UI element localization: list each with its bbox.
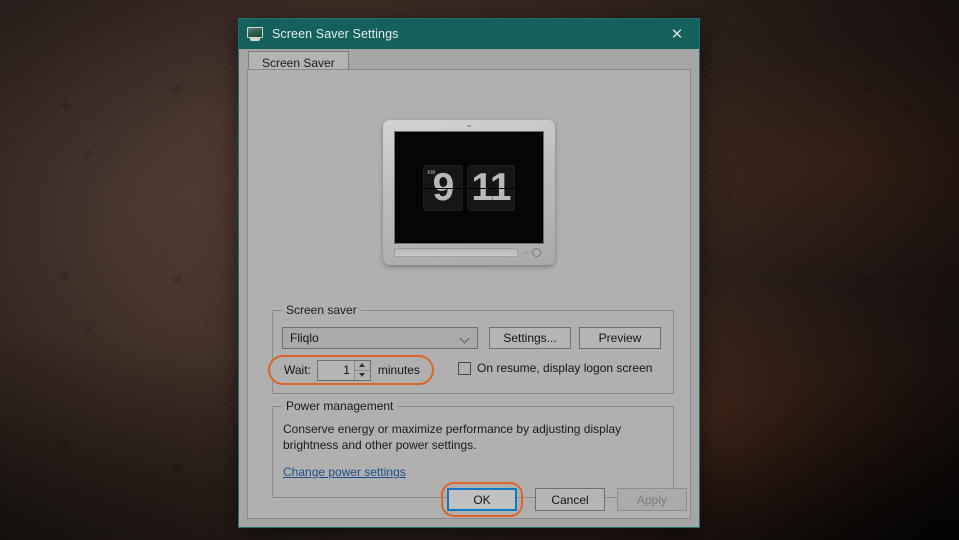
monitor-bezel-base [394,245,544,260]
clock-hours-card: AM 9 [423,164,463,211]
logon-checkbox[interactable] [458,361,471,375]
monitor-mockup: AM 9 11 [383,120,555,265]
screensaver-select-value: Fliqlo [290,331,319,345]
fliqlo-clock: AM 9 11 [423,164,515,211]
screen-saver-settings-dialog: Screen Saver Settings ✕ Screen Saver AM … [238,18,700,528]
stepper-up-icon[interactable] [354,360,370,371]
power-description: Conserve energy or maximize performance … [283,422,622,452]
screen-saver-group-legend: Screen saver [282,303,361,317]
clock-minutes-card: 11 [467,164,515,211]
ok-button-highlight: OK [441,482,523,517]
logon-checkbox-row[interactable]: On resume, display logon screen [458,361,652,375]
monitor-indicator-dot [524,251,528,254]
window-title: Screen Saver Settings [272,27,399,41]
tab-panel-screen-saver: AM 9 11 Screen saver Fliqlo Settings... … [247,69,691,519]
clock-minutes-value: 11 [471,166,511,209]
wait-highlight-group: Wait: 1 minutes [268,355,434,385]
screen-saver-group: Screen saver Fliqlo Settings... Preview … [268,303,674,394]
settings-button[interactable]: Settings... [489,327,571,349]
preview-button[interactable]: Preview [579,327,661,349]
monitor-camera-dot [467,125,471,127]
wait-minutes-value[interactable]: 1 [318,361,354,380]
clock-meridiem: AM [427,169,436,176]
screensaver-select[interactable]: Fliqlo [282,327,478,349]
stepper-down-icon[interactable] [354,370,370,380]
wait-stepper-buttons [353,360,370,380]
wait-minutes-stepper[interactable]: 1 [316,359,371,381]
monitor-icon [246,26,264,42]
clock-hours-value: 9 [432,166,455,209]
close-icon[interactable]: ✕ [655,19,699,49]
logon-checkbox-label: On resume, display logon screen [477,361,653,375]
ok-button[interactable]: OK [447,488,517,511]
dialog-footer: OK Cancel Apply [441,482,687,517]
cancel-button[interactable]: Cancel [535,488,605,511]
window-titlebar: Screen Saver Settings ✕ [239,19,699,49]
apply-button: Apply [617,488,687,511]
monitor-power-led [532,248,541,257]
chevron-down-icon [461,334,470,343]
wait-units-label: minutes [377,363,420,377]
change-power-settings-link[interactable]: Change power settings [283,465,406,479]
monitor-groove [394,248,518,257]
screensaver-preview: AM 9 11 [248,120,690,265]
power-management-group-legend: Power management [282,399,398,413]
wait-label: Wait: [284,363,311,377]
preview-screen: AM 9 11 [394,131,544,244]
